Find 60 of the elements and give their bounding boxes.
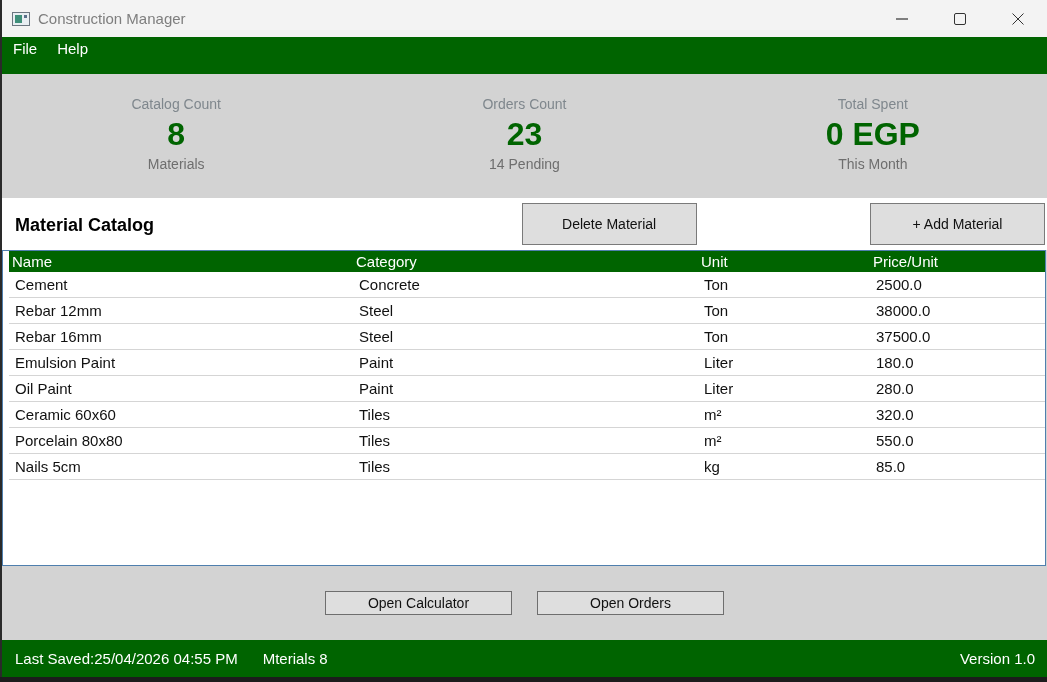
action-button[interactable]: Delete Material	[521, 203, 697, 245]
table-cell-text: m²	[703, 405, 723, 424]
stat-label: Total Spent	[837, 96, 908, 113]
materials-count-text: Mterials 8	[262, 650, 328, 667]
table-cell-text: Ton	[703, 275, 730, 294]
menu-item[interactable]: Help	[55, 37, 97, 59]
table-cell-text: Ton	[703, 327, 730, 346]
stat-value: 8	[167, 115, 186, 153]
table-cell-text: Liter	[703, 353, 735, 372]
table-cell-text: Ceramic 60x60	[14, 405, 117, 424]
table-cell-text: Oil Paint	[14, 379, 73, 398]
action-button[interactable]: Open Orders	[537, 591, 724, 615]
column-header[interactable]: Price/Unit	[870, 252, 1045, 271]
table-cell-text: 550.0	[875, 431, 915, 450]
table-cell-text: Concrete	[358, 275, 421, 294]
last-saved-text: Last Saved:25/04/2026 04:55 PM	[15, 650, 238, 667]
window-icon	[12, 11, 30, 26]
table-cell-text: Liter	[703, 379, 735, 398]
table-cell-text: Rebar 12mm	[14, 301, 103, 320]
stat-label: Orders Count	[482, 96, 567, 113]
version-text: Version 1.0	[959, 650, 1035, 667]
close-icon	[1012, 12, 1024, 25]
table-cell-text: 320.0	[875, 405, 915, 424]
table-cell-text: m²	[703, 431, 723, 450]
window-title: Construction Manager	[38, 10, 186, 27]
table-cell-text: Paint	[358, 353, 395, 372]
table-cell-text: Steel	[358, 301, 395, 320]
column-header[interactable]: Unit	[698, 252, 870, 271]
stat-caption: This Month	[838, 156, 908, 173]
table-cell-text: 38000.0	[875, 301, 932, 320]
table-cell-text: Nails 5cm	[14, 457, 82, 476]
section-title: Material Catalog	[15, 214, 155, 236]
table-cell-text: 37500.0	[875, 327, 932, 346]
menu-item[interactable]: File	[11, 37, 46, 59]
table-cell-text: Tiles	[358, 405, 392, 424]
table-cell-text: Steel	[358, 327, 395, 346]
table-cell-text: Porcelain 80x80	[14, 431, 124, 450]
table-cell-text: 180.0	[875, 353, 915, 372]
table-cell-text: Tiles	[358, 457, 392, 476]
table-cell-text: Rebar 16mm	[14, 327, 103, 346]
table-cell-text: Emulsion Paint	[14, 353, 117, 372]
table-cell-text: Ton	[703, 301, 730, 320]
table-cell-text: Paint	[358, 379, 395, 398]
stat-value: 23	[506, 115, 543, 153]
table-cell-text: Tiles	[358, 431, 392, 450]
maximize-icon	[954, 12, 966, 25]
column-header[interactable]: Name	[9, 252, 353, 271]
table-cell-text: 85.0	[875, 457, 907, 476]
stat-value: 0 EGP	[825, 115, 920, 153]
column-header[interactable]: Category	[353, 252, 698, 271]
table-cell-text: Cement	[14, 275, 69, 294]
stat-caption: Materials	[147, 156, 205, 173]
minimize-icon	[896, 17, 908, 20]
table-cell-text: kg	[703, 457, 721, 476]
table-cell-text: 2500.0	[875, 275, 923, 294]
table-cell-text: 280.0	[875, 379, 915, 398]
stat-caption: 14 Pending	[489, 156, 560, 173]
stat-label: Catalog Count	[131, 96, 221, 113]
action-button[interactable]: + Add Material	[870, 203, 1045, 245]
action-button[interactable]: Open Calculator	[325, 591, 512, 615]
